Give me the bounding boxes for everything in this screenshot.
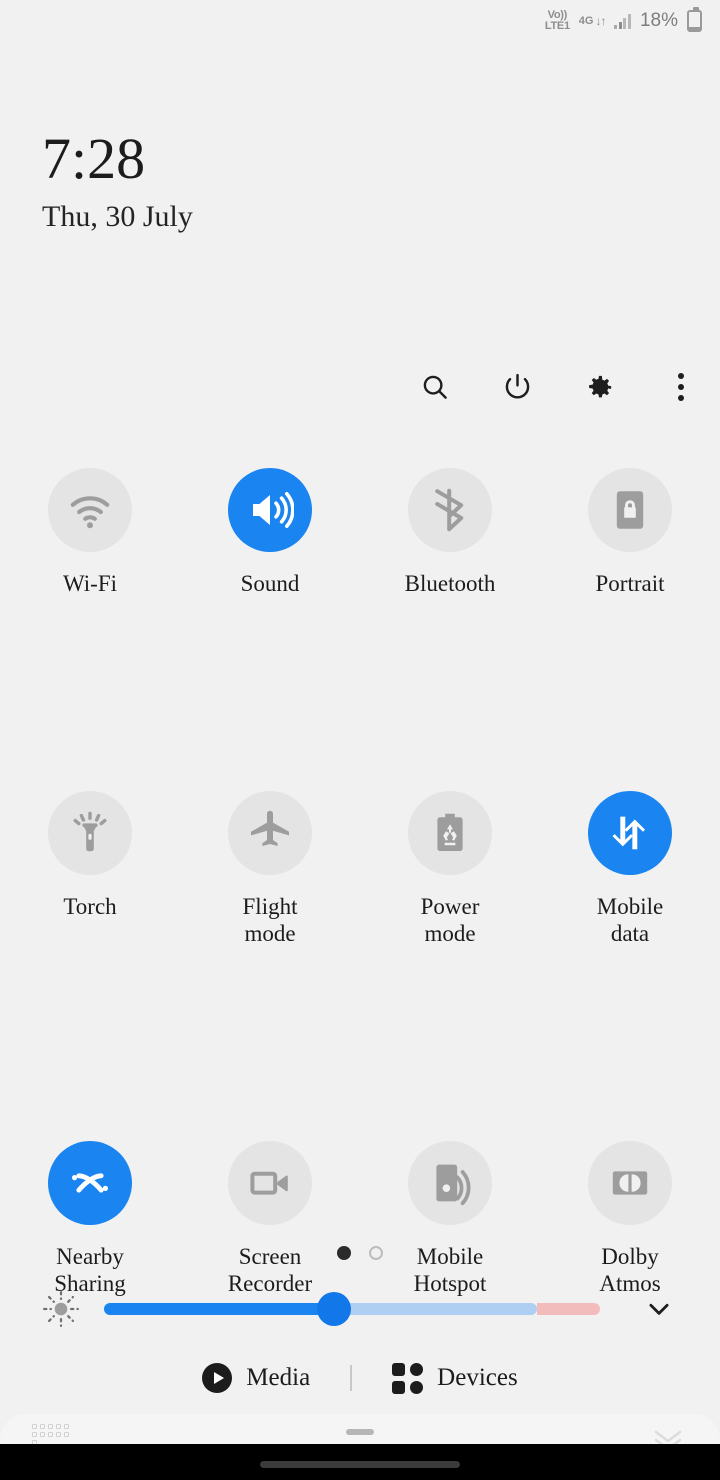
network-type-text: 4G	[578, 14, 594, 27]
tile-puck	[588, 791, 672, 875]
brightness-icon	[40, 1288, 82, 1330]
play-circle-icon	[202, 1363, 233, 1393]
media-button[interactable]: Media	[202, 1363, 310, 1393]
volte-bottom-text: LTE1	[544, 20, 570, 32]
tile-dolby-atmos[interactable]: Dolby Atmos	[540, 1141, 720, 1297]
flashlight-icon	[73, 811, 107, 852]
chevron-down-icon[interactable]	[642, 1292, 676, 1326]
media-devices-bar: Media Devices	[0, 1355, 720, 1401]
page-indicator	[0, 1246, 720, 1260]
devices-grid-icon	[392, 1362, 424, 1394]
gear-icon[interactable]	[582, 370, 616, 404]
rotation-lock-icon	[616, 491, 644, 529]
tile-puck	[408, 468, 492, 552]
search-icon[interactable]	[418, 370, 452, 404]
tile-torch[interactable]: Torch	[0, 791, 180, 947]
tile-puck	[48, 1141, 132, 1225]
bluetooth-icon	[435, 488, 464, 532]
dolby-atmos-icon	[612, 1171, 648, 1195]
slider-filled-track	[104, 1303, 335, 1315]
drag-handle[interactable]	[346, 1429, 374, 1435]
tile-portrait[interactable]: Portrait	[540, 468, 720, 597]
tile-nearby-sharing[interactable]: Nearby Sharing	[0, 1141, 180, 1297]
clock-date: Thu, 30 July	[42, 200, 193, 233]
navigation-bar	[0, 1444, 720, 1480]
mobile-data-icon	[612, 816, 646, 850]
tile-flight-mode[interactable]: Flight mode	[180, 791, 360, 947]
volte-indicator: Vo)) LTE1	[545, 10, 570, 32]
tile-bluetooth[interactable]: Bluetooth	[360, 468, 540, 597]
slider-remaining-track	[334, 1303, 537, 1315]
home-gesture-pill[interactable]	[260, 1461, 460, 1468]
tile-puck	[408, 791, 492, 875]
tile-puck	[228, 791, 312, 875]
power-icon[interactable]	[500, 370, 534, 404]
brightness-row	[0, 1286, 720, 1332]
quick-settings-toolbar	[418, 370, 698, 404]
wifi-icon	[70, 496, 110, 529]
tile-mobile-hotspot[interactable]: Mobile Hotspot	[360, 1141, 540, 1297]
power-saving-icon	[437, 813, 463, 851]
tile-puck	[588, 1141, 672, 1225]
tile-puck	[48, 468, 132, 552]
tile-label: Sound	[240, 571, 300, 596]
devices-button[interactable]: Devices	[392, 1362, 518, 1394]
status-bar: Vo)) LTE1 4G ↓↑ 18%	[0, 0, 720, 42]
tile-sound[interactable]: Sound	[180, 468, 360, 597]
tile-label: Portrait	[595, 571, 665, 596]
network-type-indicator: 4G ↓↑	[578, 13, 607, 28]
airplane-icon	[251, 810, 289, 846]
tile-label: Flight mode	[242, 894, 298, 946]
sound-icon	[253, 492, 294, 528]
nearby-sharing-icon	[72, 1173, 108, 1193]
page-dot-inactive[interactable]	[369, 1246, 383, 1260]
tile-label: Power mode	[420, 894, 480, 946]
quick-settings-panel: Vo)) LTE1 4G ↓↑ 18% 7:28 Thu, 30 July Wi…	[0, 0, 720, 1480]
clock-block[interactable]: 7:28 Thu, 30 July	[42, 128, 193, 236]
tile-puck	[228, 1141, 312, 1225]
tile-puck	[588, 468, 672, 552]
tile-puck	[408, 1141, 492, 1225]
page-dot-active[interactable]	[337, 1246, 351, 1260]
tile-label: Torch	[63, 894, 117, 919]
slider-warning-track	[537, 1303, 600, 1315]
tile-wifi[interactable]: Wi-Fi	[0, 468, 180, 597]
devices-label: Devices	[437, 1364, 518, 1391]
brightness-slider-thumb[interactable]	[317, 1292, 352, 1326]
tile-screen-recorder[interactable]: Screen Recorder	[180, 1141, 360, 1297]
tile-puck	[48, 791, 132, 875]
tile-power-mode[interactable]: Power mode	[360, 791, 540, 947]
screen-recorder-icon	[250, 1171, 288, 1195]
battery-percent-text: 18%	[639, 10, 678, 31]
signal-strength-icon	[614, 13, 631, 29]
hotspot-icon	[436, 1164, 471, 1206]
brightness-slider[interactable]	[104, 1292, 600, 1326]
tile-label: Mobile data	[596, 894, 664, 946]
clock-time: 7:28	[42, 126, 146, 191]
tile-puck	[228, 468, 312, 552]
media-label: Media	[246, 1364, 311, 1391]
data-transfer-arrows-icon: ↓↑	[595, 13, 606, 28]
more-options-icon[interactable]	[664, 370, 698, 404]
tile-label: Bluetooth	[404, 571, 496, 596]
tile-label: Wi-Fi	[62, 571, 118, 596]
battery-icon	[687, 7, 702, 32]
divider	[350, 1365, 353, 1391]
tile-mobile-data[interactable]: Mobile data	[540, 791, 720, 947]
